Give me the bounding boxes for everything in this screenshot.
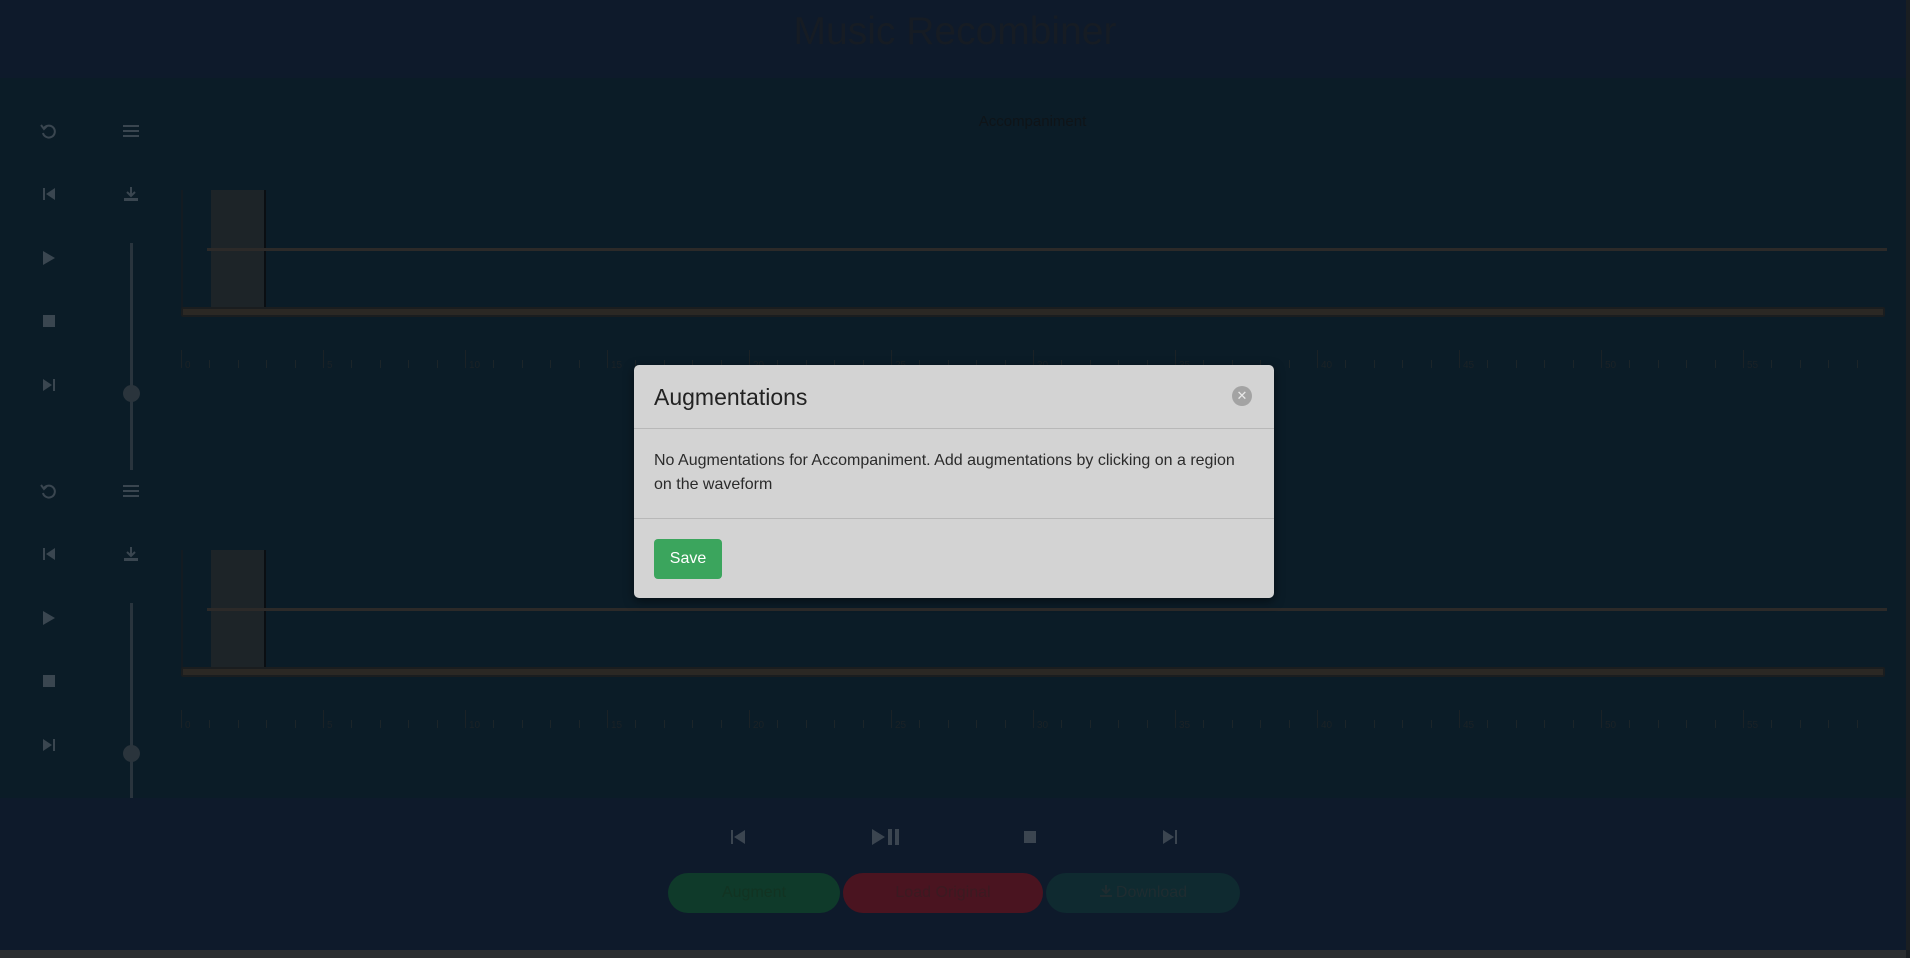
modal-footer: Save <box>634 518 1274 598</box>
close-icon[interactable]: ✕ <box>1232 386 1252 406</box>
save-button[interactable]: Save <box>654 539 722 579</box>
modal-header: Augmentations ✕ <box>634 365 1274 429</box>
modal-title: Augmentations <box>654 384 808 410</box>
modal-body: No Augmentations for Accompaniment. Add … <box>654 452 1235 493</box>
save-button-label: Save <box>669 550 707 567</box>
augmentations-modal: Augmentations ✕ No Augmentations for Acc… <box>634 365 1274 598</box>
modal-backdrop[interactable]: Augmentations ✕ No Augmentations for Acc… <box>0 0 1910 958</box>
